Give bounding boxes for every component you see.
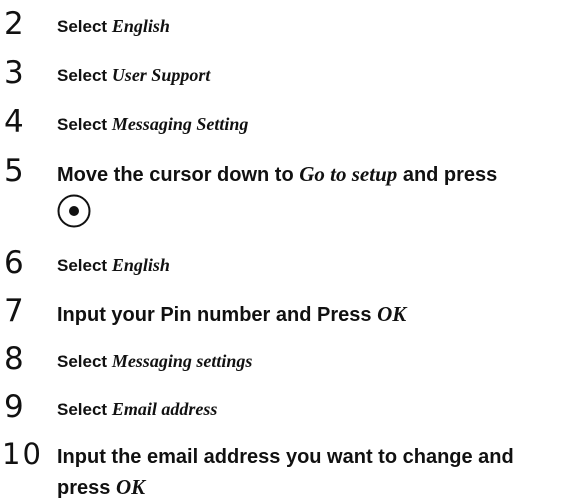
step-text: Move the cursor down to Go to setup and …	[57, 159, 557, 228]
step-text-emphasis: English	[111, 255, 170, 275]
step-number: 5	[4, 153, 24, 189]
step-text: Select Email address	[57, 395, 557, 424]
step-text-emphasis: Go to setup	[299, 162, 398, 186]
step-number: 8	[4, 341, 24, 377]
step-text-prefix: Select	[57, 400, 112, 419]
step-number: 10	[2, 437, 43, 471]
step-text: Select English	[57, 12, 557, 41]
step-number: 3	[4, 55, 24, 91]
step-number: 7	[4, 293, 24, 329]
step-text-prefix: Select	[57, 256, 112, 275]
step-text: Select User Support	[57, 61, 557, 90]
step-text-prefix: Move the cursor down to	[57, 164, 300, 186]
step-text-emphasis: User Support	[111, 65, 211, 85]
step-number: 6	[4, 245, 24, 281]
step-text-emphasis: English	[111, 16, 170, 36]
step-text: Input your Pin number and Press OK	[57, 299, 557, 330]
step-text-emphasis: Email address	[111, 399, 218, 419]
step-number: 4	[4, 104, 24, 140]
center-select-button-icon	[57, 194, 91, 228]
step-text-suffix: and press	[397, 164, 498, 186]
step-number: 9	[4, 389, 24, 425]
step-text: Select English	[57, 251, 557, 280]
step-text: Input the email address you want to chan…	[57, 442, 557, 503]
step-text: Select Messaging Setting	[57, 110, 557, 139]
step-text-emphasis: Messaging Setting	[111, 114, 249, 134]
step-text-emphasis: OK	[377, 302, 407, 326]
step-text: Select Messaging settings	[57, 347, 557, 376]
step-text-prefix: Input your Pin number and Press	[57, 304, 378, 326]
step-text-prefix: Select	[57, 115, 112, 134]
step-text-prefix: Select	[57, 17, 112, 36]
step-text-emphasis: Messaging settings	[111, 351, 253, 371]
step-text-emphasis: OK	[115, 475, 146, 499]
step-text-prefix: Select	[57, 352, 112, 371]
step-text-prefix: Select	[57, 66, 112, 85]
step-number: 2	[4, 6, 24, 42]
